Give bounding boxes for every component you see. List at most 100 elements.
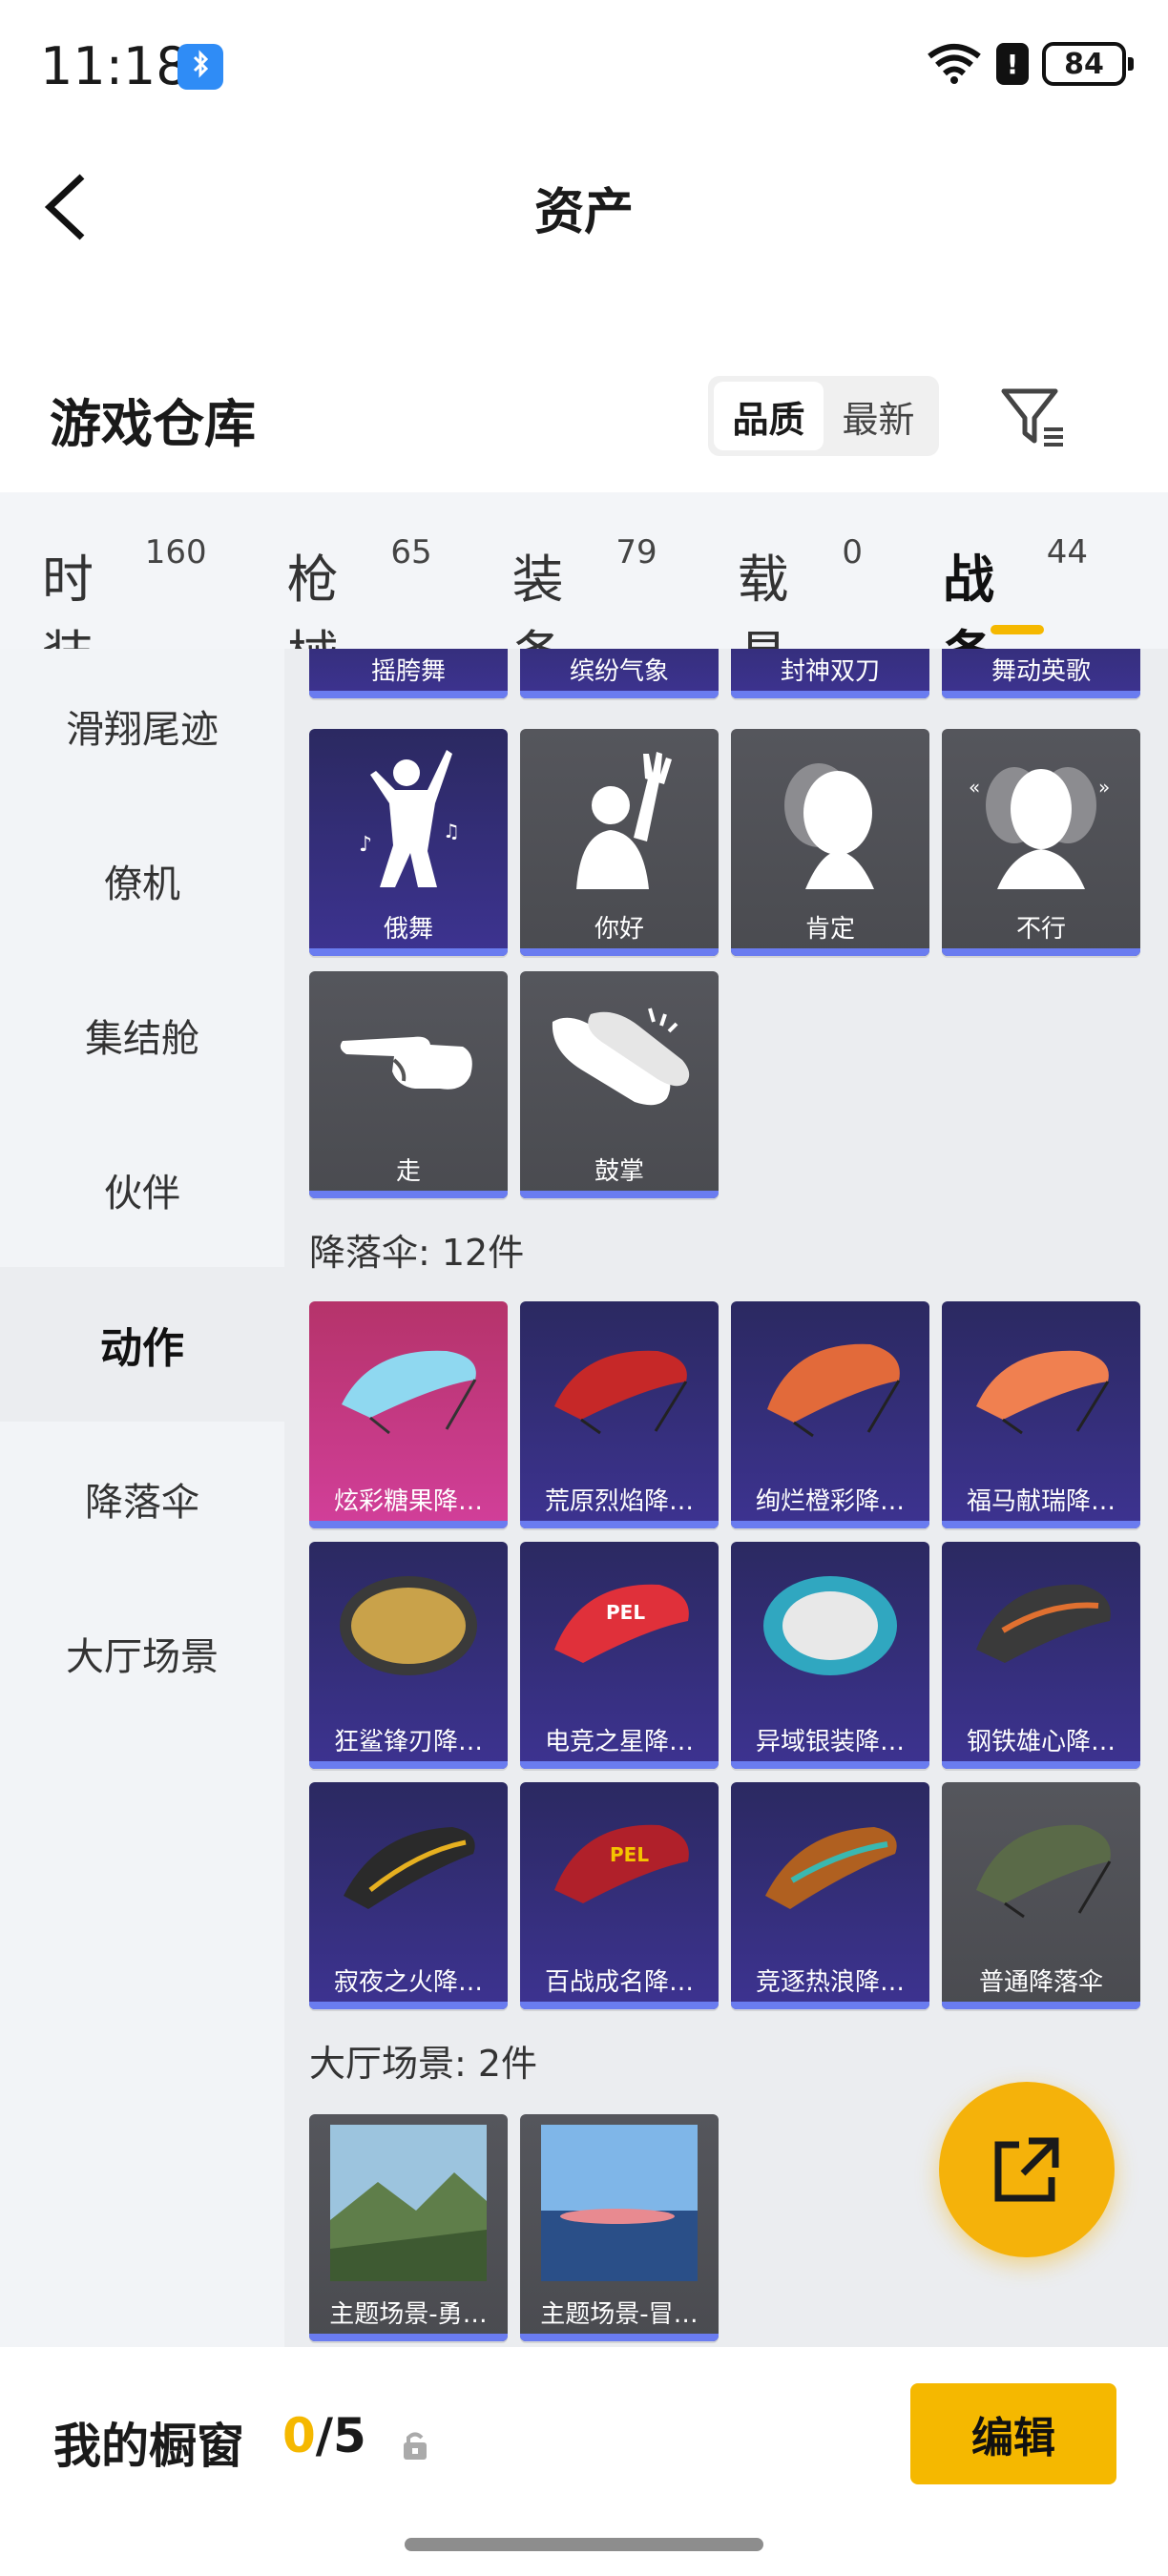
item-name: 摇胯舞 — [370, 656, 446, 686]
showcase-current: 0 — [282, 2408, 316, 2463]
scene-thumbnail — [309, 2114, 508, 2292]
sidebar-item-actions[interactable]: 动作 — [0, 1267, 284, 1422]
parachute-tile[interactable]: 竞逐热浪降… — [731, 1782, 929, 2009]
svg-text:«: « — [969, 776, 980, 799]
item-tile[interactable]: 鼓掌 — [520, 971, 719, 1198]
item-tile[interactable]: «» 不行 — [942, 729, 1140, 956]
item-tile[interactable]: 你好 — [520, 729, 719, 956]
sidebar: 滑翔尾迹 僚机 集结舱 伙伴 动作 降落伞 大厅场景 — [0, 649, 284, 2347]
parachute-tile[interactable]: 异域银装降… — [731, 1542, 929, 1769]
share-button[interactable] — [939, 2082, 1115, 2257]
tab-count: 44 — [1046, 533, 1089, 571]
group-label-parachute: 降落伞: 12件 — [309, 1232, 525, 1274]
item-tile[interactable]: 走 — [309, 971, 508, 1198]
item-name: 鼓掌 — [594, 1156, 644, 1186]
parachute-icon — [942, 1782, 1140, 1960]
showcase-count: 0/5 — [282, 2408, 366, 2463]
parachute-icon — [309, 1782, 508, 1960]
parachute-icon: PEL — [520, 1782, 719, 1960]
parachute-tile[interactable]: 炫彩糖果降… — [309, 1301, 508, 1528]
filter-button[interactable] — [996, 380, 1069, 452]
item-name: 炫彩糖果降… — [333, 1486, 483, 1516]
parachute-tile[interactable]: 普通降落伞 — [942, 1782, 1140, 2009]
group-label-lobby-scene: 大厅场景: 2件 — [309, 2043, 538, 2085]
tab-count: 65 — [390, 533, 432, 571]
section-title: 游戏仓库 — [50, 394, 256, 454]
category-tabs: 时装 160 枪械 65 装备 79 载具 0 战备 44 — [0, 492, 1168, 685]
parachute-tile[interactable]: 荒原烈焰降… — [520, 1301, 719, 1528]
share-icon — [994, 2137, 1059, 2202]
showcase-bar: 我的橱窗 0/5 编辑 — [0, 2347, 1168, 2576]
status-bar: 11:18 ! 84 — [0, 0, 1168, 134]
item-name: 百战成名降… — [544, 1967, 694, 1997]
item-name: 缤纷气象 — [569, 656, 669, 686]
parachute-tile[interactable]: 绚烂橙彩降… — [731, 1301, 929, 1528]
scene-tile[interactable]: 主题场景-勇… — [309, 2114, 508, 2341]
item-name: 主题场景-冒… — [540, 2299, 699, 2329]
parachute-tile[interactable]: 钢铁雄心降… — [942, 1542, 1140, 1769]
battery-indicator: 84 — [1042, 42, 1134, 86]
sidebar-item-assembly-pod[interactable]: 集结舱 — [0, 958, 284, 1112]
clapping-hands-icon — [520, 971, 719, 1149]
parachute-icon: PEL — [520, 1542, 719, 1719]
item-tile[interactable]: 缤纷气象 — [520, 649, 719, 698]
item-name: 竞逐热浪降… — [755, 1967, 905, 1997]
sidebar-item-wingman[interactable]: 僚机 — [0, 803, 284, 958]
parachute-icon — [520, 1301, 719, 1479]
item-name: 钢铁雄心降… — [966, 1727, 1116, 1756]
tab-count: 160 — [144, 533, 207, 571]
parachute-icon — [942, 1301, 1140, 1479]
svg-text:PEL: PEL — [610, 1843, 649, 1866]
edit-button[interactable]: 编辑 — [910, 2383, 1116, 2484]
item-tile[interactable]: 肯定 — [731, 729, 929, 956]
item-name: 异域银装降… — [755, 1727, 905, 1756]
item-name: 福马献瑞降… — [966, 1486, 1116, 1516]
scene-tile[interactable]: 主题场景-冒… — [520, 2114, 719, 2341]
parachute-tile[interactable]: PEL 电竞之星降… — [520, 1542, 719, 1769]
item-tile[interactable]: 舞动英歌 — [942, 649, 1140, 698]
parachute-tile[interactable]: 狂鲨锋刃降… — [309, 1542, 508, 1769]
sidebar-item-lobby-scene[interactable]: 大厅场景 — [0, 1576, 284, 1731]
item-tile[interactable]: 封神双刀 — [731, 649, 929, 698]
tab-equipment[interactable]: 装备 79 — [512, 528, 657, 685]
tab-weapons[interactable]: 枪械 65 — [287, 528, 432, 685]
status-time: 11:18 — [40, 36, 189, 96]
parachute-icon — [942, 1542, 1140, 1719]
item-name: 舞动英歌 — [991, 656, 1091, 686]
item-tile[interactable]: ♪ ♫ 俄舞 — [309, 729, 508, 956]
sidebar-item-companion[interactable]: 伙伴 — [0, 1112, 284, 1267]
battery-level: 84 — [1064, 47, 1104, 81]
item-name: 主题场景-勇… — [329, 2299, 488, 2329]
sidebar-item-glide-trail[interactable]: 滑翔尾迹 — [0, 649, 284, 803]
sort-quality-button[interactable]: 品质 — [714, 382, 824, 450]
sidebar-item-parachute[interactable]: 降落伞 — [0, 1422, 284, 1576]
tab-count: 79 — [615, 533, 657, 571]
parachute-tile[interactable]: 寂夜之火降… — [309, 1782, 508, 2009]
item-name: 你好 — [594, 914, 644, 944]
tab-battle-prep[interactable]: 战备 44 — [943, 528, 1089, 685]
parachute-tile[interactable]: PEL 百战成名降… — [520, 1782, 719, 2009]
wifi-icon — [928, 44, 981, 84]
scene-thumbnail — [520, 2114, 719, 2292]
svg-text:♫: ♫ — [443, 820, 460, 842]
parachute-tile[interactable]: 福马献瑞降… — [942, 1301, 1140, 1528]
sort-toggle: 品质 最新 — [708, 376, 939, 456]
tab-fashion[interactable]: 时装 160 — [42, 528, 207, 685]
home-indicator[interactable] — [405, 2538, 763, 2551]
page-title: 资产 — [533, 184, 634, 241]
item-name: 狂鲨锋刃降… — [333, 1727, 483, 1756]
tab-vehicles[interactable]: 载具 0 — [738, 528, 863, 685]
item-name: 荒原烈焰降… — [544, 1486, 694, 1516]
item-name: 俄舞 — [383, 914, 433, 944]
item-name: 肯定 — [804, 914, 855, 944]
nod-head-icon — [731, 729, 929, 906]
parachute-icon — [731, 1542, 929, 1719]
item-name: 普通降落伞 — [978, 1967, 1103, 1997]
item-name: 不行 — [1015, 914, 1066, 944]
svg-text:♪: ♪ — [359, 833, 372, 857]
sort-latest-button[interactable]: 最新 — [824, 382, 933, 450]
filter-icon — [1001, 388, 1063, 447]
item-tile[interactable]: 摇胯舞 — [309, 649, 508, 698]
parachute-icon — [731, 1782, 929, 1960]
item-name: 绚烂橙彩降… — [755, 1486, 905, 1516]
